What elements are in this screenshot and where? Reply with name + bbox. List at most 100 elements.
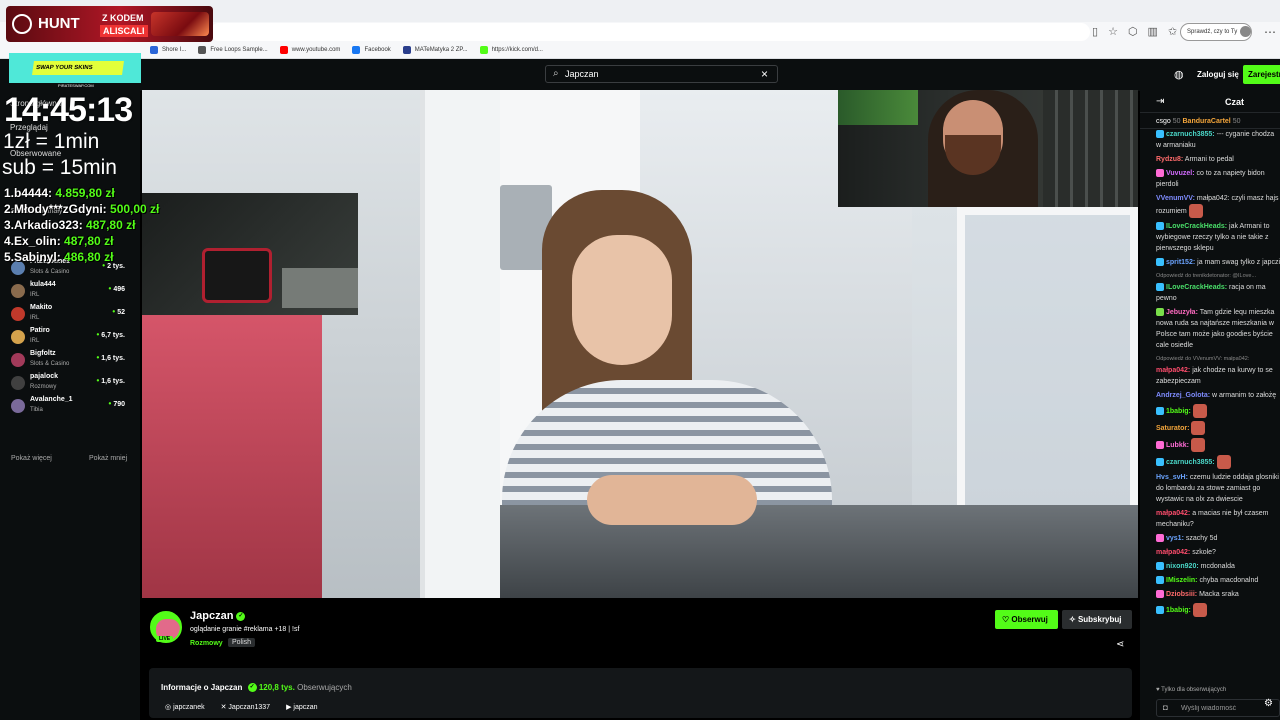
chat-message-field[interactable] <box>1181 702 1277 715</box>
sidebar-channel[interactable]: kula444 IRL • 496 <box>11 281 131 301</box>
chat-username[interactable]: IMiszelin: <box>1166 577 1198 584</box>
chat-message: Rydzu8: Armani to pedal <box>1156 154 1280 165</box>
hunt-knife-image <box>151 12 209 36</box>
bookmark-item[interactable]: Facebook <box>352 46 391 54</box>
address-bar[interactable] <box>210 23 1090 41</box>
chat-emote-icon <box>1188 204 1203 218</box>
chat-username[interactable]: vys1: <box>1166 535 1184 542</box>
viewer-count: 6,7 tys. <box>101 332 125 339</box>
video-scene-window-frame <box>957 207 1138 527</box>
chat-badge-icon <box>1156 130 1164 139</box>
bookmark-label: Facebook <box>364 47 391 53</box>
chat-username[interactable]: Hvs_svH: <box>1156 474 1188 481</box>
search-input[interactable]: ⌕ Japczan × <box>545 65 778 83</box>
chat-username[interactable]: 1babig: <box>1166 607 1191 614</box>
collapse-chat-icon[interactable]: ⇥ <box>1156 96 1164 107</box>
stream-language-tag[interactable]: Polish <box>228 638 256 647</box>
social-link[interactable]: ◎ japczanek <box>165 703 205 711</box>
channel-avatar <box>11 353 25 367</box>
chat-username[interactable]: małpa042: <box>1156 549 1190 556</box>
social-link[interactable]: ✕ Japczan1337 <box>221 703 270 711</box>
chat-settings-gear-icon[interactable]: ⚙ <box>1264 698 1273 709</box>
social-label: japczan <box>293 704 318 711</box>
chat-badge-icon <box>1156 576 1164 585</box>
chat-message: ILoveCrackHeads: racja on ma pewno <box>1156 282 1280 304</box>
register-button[interactable]: Zarejestruj <box>1243 65 1280 84</box>
video-player[interactable] <box>142 90 1138 598</box>
donor-name: 1.b4444: <box>4 186 56 200</box>
chat-username[interactable]: ILoveCrackHeads: <box>1166 284 1227 291</box>
menu-dots-icon[interactable]: ⋯ <box>1264 25 1276 39</box>
sidebar-channel[interactable]: pajalock Rozmowy • 1,6 tys. <box>11 373 131 393</box>
social-link[interactable]: ▶ japczan <box>286 703 317 711</box>
channel-avatar <box>11 307 25 321</box>
bookmarks-bar: Shore I... Free Loops Sample... www.youtub… <box>150 44 543 56</box>
chat-username[interactable]: małpa042: <box>1156 510 1190 517</box>
leaderboard-prefix: csgo <box>1156 118 1171 125</box>
swap-url: PIRATESWAP.COM <box>58 83 94 88</box>
channel-viewers: • 6,7 tys. <box>96 330 125 339</box>
chat-username[interactable]: Vuvuzel: <box>1166 170 1195 177</box>
reader-icon[interactable]: ▯ <box>1092 25 1098 38</box>
chat-username[interactable]: 1babig: <box>1166 408 1191 415</box>
followers-only-text: Tylko dla obserwujących <box>1161 687 1227 693</box>
chat-username[interactable]: Andrzej_Golota: <box>1156 392 1210 399</box>
language-globe-icon[interactable]: ◍ <box>1174 68 1184 81</box>
bookmark-item[interactable]: Shore I... <box>150 46 186 54</box>
chat-username[interactable]: małpa042: <box>1156 367 1190 374</box>
streamer-name[interactable]: Japczan ✓ <box>190 610 246 622</box>
chat-emote-icon <box>1192 603 1207 617</box>
stream-title: oglądanie granie #reklama +18 | !sf <box>190 626 300 633</box>
channel-category: Slots & Casino <box>30 361 70 367</box>
bookmark-item[interactable]: MATeMatyka 2 ZP... <box>402 46 468 54</box>
chat-username[interactable]: VVenumVV: <box>1156 195 1195 202</box>
share-icon[interactable]: ⋖ <box>1116 639 1124 650</box>
chat-username[interactable]: czarnuch3855: <box>1166 459 1215 466</box>
sidebar-channel[interactable]: Avalanche_1 Tibia • 790 <box>11 396 131 416</box>
chat-panel: ⇥ Czat csgo 50 BanduraCartel 50 czarnuch… <box>1140 91 1280 720</box>
leaderboard-count-2: 50 <box>1232 118 1241 125</box>
stream-category[interactable]: Rozmowy <box>190 640 223 647</box>
channel-viewers: • 1,6 tys. <box>96 353 125 362</box>
chat-badge-icon <box>1156 606 1164 614</box>
clear-search-icon[interactable]: × <box>761 67 768 81</box>
bookmark-item[interactable]: https://kick.com/d... <box>479 46 543 54</box>
chat-username[interactable]: ILoveCrackHeads: <box>1166 223 1227 230</box>
chat-input[interactable]: ◘ <box>1156 699 1280 717</box>
instagram-icon: ◎ <box>165 704 172 711</box>
login-button[interactable]: Zaloguj się <box>1197 70 1239 79</box>
show-less-button[interactable]: Pokaż mniej <box>89 455 127 462</box>
channel-name: Avalanche_1 <box>30 396 73 403</box>
heart-icon: ♡ <box>1002 615 1012 624</box>
hunt-title: HUNT <box>38 15 80 32</box>
extensions-icon[interactable]: ⬡ <box>1128 25 1138 38</box>
chat-message: vys1: szachy 5d <box>1156 533 1280 544</box>
live-dot-icon: • <box>96 376 100 385</box>
chat-username[interactable]: Jebuzyła: <box>1166 309 1198 316</box>
sidebar-channel[interactable]: Bigfoltz Slots & Casino • 1,6 tys. <box>11 350 131 370</box>
bookmark-favicon-icon <box>198 46 207 54</box>
star-icon[interactable]: ☆ <box>1108 25 1118 38</box>
chat-username[interactable]: Dziobsiii: <box>1166 591 1197 598</box>
about-panel: Informacje o Japczan ✓ 120,8 tys. Obserw… <box>149 668 1132 718</box>
chat-username[interactable]: czarnuch3855: <box>1166 131 1215 138</box>
chat-username[interactable]: Saturator: <box>1156 425 1189 432</box>
chat-username[interactable]: sprit152: <box>1166 259 1195 266</box>
sidebar-channel[interactable]: Patiro IRL • 6,7 tys. <box>11 327 131 347</box>
follow-button[interactable]: ♡ Obserwuj <box>995 610 1058 629</box>
sidebar-channel[interactable]: Makito IRL • 52 <box>11 304 131 324</box>
chat-username[interactable]: nixon920: <box>1166 563 1199 570</box>
chat-username[interactable]: Rydzu8: <box>1156 156 1183 163</box>
split-screen-icon[interactable]: ▥ <box>1148 25 1158 38</box>
bookmark-item[interactable]: Free Loops Sample... <box>198 46 268 54</box>
chat-message: Saturator: <box>1156 421 1280 435</box>
chat-username[interactable]: Lubkk: <box>1166 442 1189 449</box>
profile-avatar[interactable] <box>1240 26 1251 37</box>
chat-text: mcdonalda <box>1200 563 1235 570</box>
chat-text: szachy 5d <box>1185 535 1218 542</box>
show-more-button[interactable]: Pokaż więcej <box>11 455 52 462</box>
webcam-plants <box>838 90 918 125</box>
bookmark-item[interactable]: www.youtube.com <box>279 46 340 54</box>
favorites-icon[interactable]: ✩ <box>1168 25 1177 38</box>
subscribe-button[interactable]: ✧ Subskrybuj <box>1062 610 1132 629</box>
